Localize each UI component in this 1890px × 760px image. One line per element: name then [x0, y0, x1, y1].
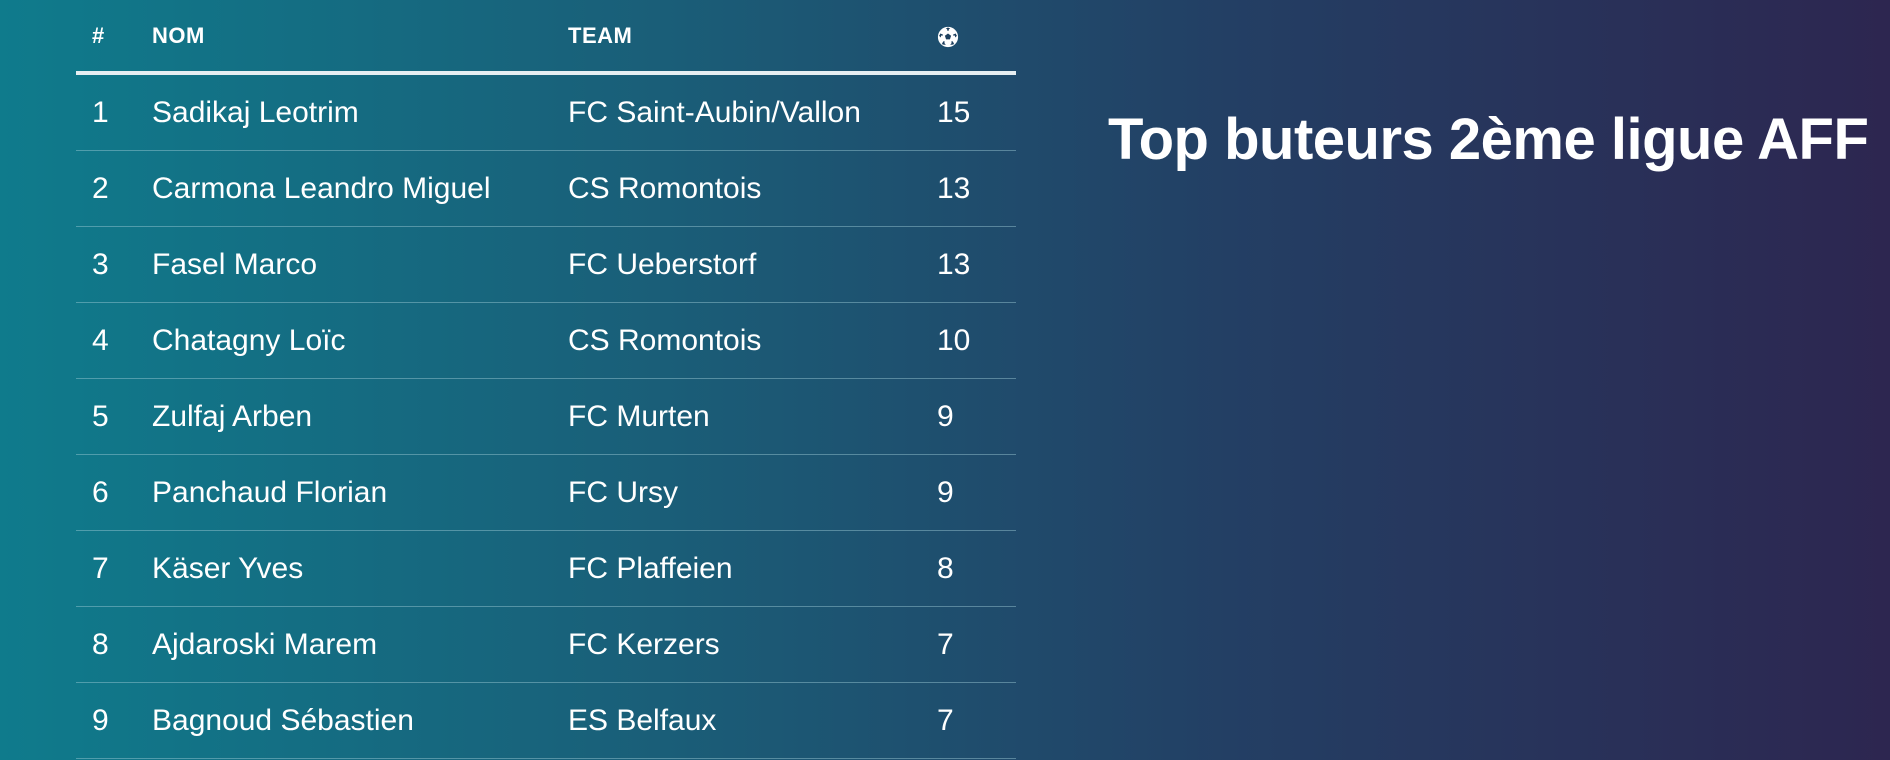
- row-name: Bagnoud Sébastien: [152, 682, 568, 759]
- row-rank: 4: [76, 302, 152, 379]
- row-goals: 9: [937, 378, 1016, 455]
- row-team: CS Romontois: [568, 302, 937, 379]
- row-rank: 5: [76, 378, 152, 455]
- row-goals: 10: [937, 302, 1016, 379]
- table-row: 7 Käser Yves FC Plaffeien 8: [76, 530, 1016, 607]
- row-name: Chatagny Loïc: [152, 302, 568, 379]
- header-goals: [937, 0, 1016, 75]
- table-row: 4 Chatagny Loïc CS Romontois 10: [76, 302, 1016, 379]
- row-rank: 1: [76, 73, 152, 151]
- row-rank: 8: [76, 606, 152, 683]
- table-row: 2 Carmona Leandro Miguel CS Romontois 13: [76, 150, 1016, 227]
- scorers-table-container: # NOM TEAM 1 Sadikaj Leotrim FC Saint-Au…: [76, 0, 1016, 759]
- row-team: FC Ueberstorf: [568, 226, 937, 303]
- row-rank: 6: [76, 454, 152, 531]
- table-row: 5 Zulfaj Arben FC Murten 9: [76, 378, 1016, 455]
- row-team: FC Saint-Aubin/Vallon: [568, 73, 937, 151]
- row-goals: 13: [937, 150, 1016, 227]
- row-name: Sadikaj Leotrim: [152, 73, 568, 151]
- row-rank: 9: [76, 682, 152, 759]
- header-name: NOM: [152, 0, 568, 75]
- row-team: FC Murten: [568, 378, 937, 455]
- row-rank: 7: [76, 530, 152, 607]
- table-header: # NOM TEAM: [76, 0, 1016, 75]
- row-goals: 15: [937, 73, 1016, 151]
- table-row: 9 Bagnoud Sébastien ES Belfaux 7: [76, 682, 1016, 759]
- table-body: 1 Sadikaj Leotrim FC Saint-Aubin/Vallon …: [76, 73, 1016, 759]
- row-name: Käser Yves: [152, 530, 568, 607]
- row-team: CS Romontois: [568, 150, 937, 227]
- row-name: Fasel Marco: [152, 226, 568, 303]
- row-name: Panchaud Florian: [152, 454, 568, 531]
- header-team: TEAM: [568, 0, 937, 75]
- table-row: 6 Panchaud Florian FC Ursy 9: [76, 454, 1016, 531]
- scorers-table: # NOM TEAM 1 Sadikaj Leotrim FC Saint-Au…: [76, 0, 1016, 759]
- table-row: 1 Sadikaj Leotrim FC Saint-Aubin/Vallon …: [76, 73, 1016, 151]
- row-goals: 7: [937, 606, 1016, 683]
- row-goals: 7: [937, 682, 1016, 759]
- row-goals: 13: [937, 226, 1016, 303]
- row-name: Carmona Leandro Miguel: [152, 150, 568, 227]
- row-name: Zulfaj Arben: [152, 378, 568, 455]
- row-rank: 2: [76, 150, 152, 227]
- row-team: FC Plaffeien: [568, 530, 937, 607]
- row-team: FC Ursy: [568, 454, 937, 531]
- row-goals: 8: [937, 530, 1016, 607]
- table-row: 3 Fasel Marco FC Ueberstorf 13: [76, 226, 1016, 303]
- row-name: Ajdaroski Marem: [152, 606, 568, 683]
- page-title: Top buteurs 2ème ligue AFF: [1108, 107, 1869, 172]
- soccer-ball-icon: [937, 26, 959, 47]
- row-team: ES Belfaux: [568, 682, 937, 759]
- table-row: 8 Ajdaroski Marem FC Kerzers 7: [76, 606, 1016, 683]
- row-goals: 9: [937, 454, 1016, 531]
- row-team: FC Kerzers: [568, 606, 937, 683]
- header-row: # NOM TEAM: [76, 0, 1016, 75]
- row-rank: 3: [76, 226, 152, 303]
- header-rank: #: [76, 0, 152, 75]
